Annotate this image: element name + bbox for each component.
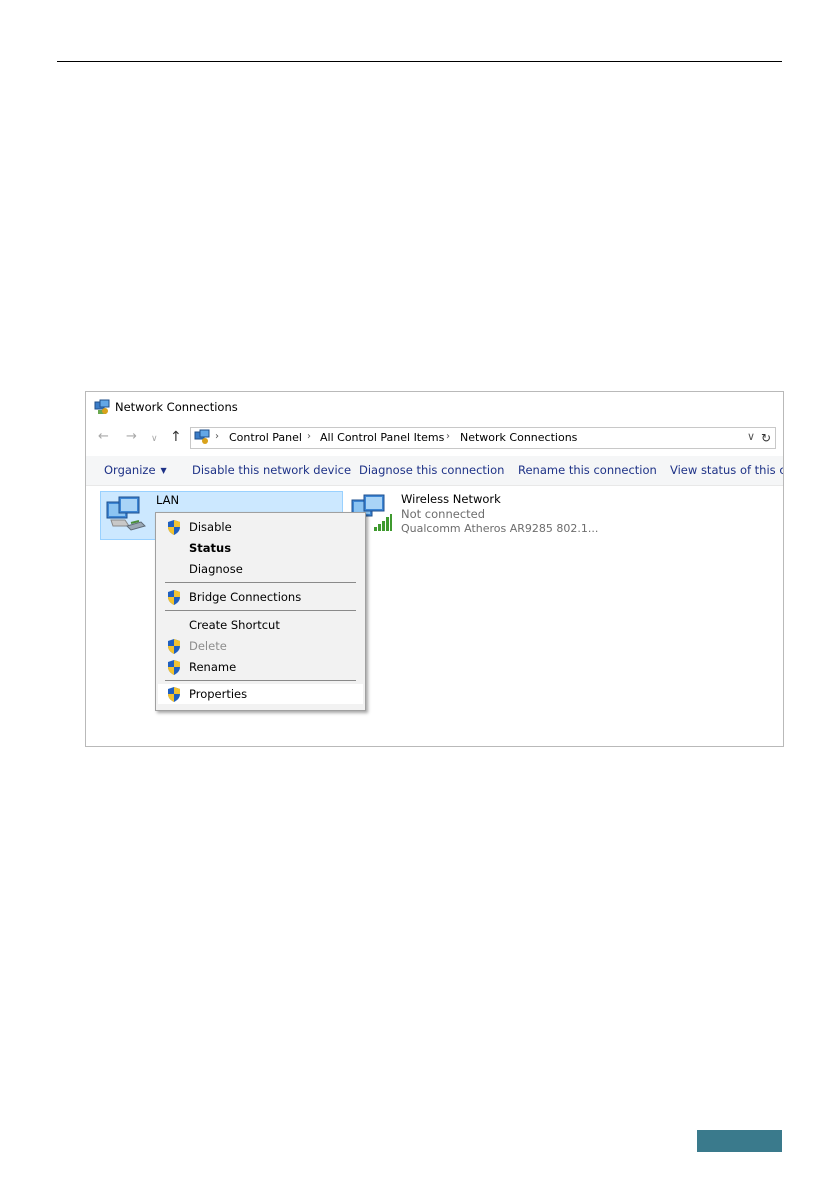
disable-device-button[interactable]: Disable this network device — [192, 463, 351, 477]
forward-arrow-icon[interactable]: → — [126, 429, 137, 445]
uac-shield-icon — [168, 520, 180, 535]
address-bar[interactable]: › Control Panel › All Control Panel Item… — [190, 427, 759, 449]
menu-item-label: Delete — [189, 639, 227, 653]
menu-item-status[interactable]: Status — [158, 538, 363, 558]
refresh-icon[interactable]: ↻ — [757, 427, 776, 449]
uac-shield-icon — [168, 590, 180, 605]
menu-separator — [165, 582, 356, 583]
title-bar: Network Connections — [86, 392, 783, 422]
menu-item-label: Diagnose — [189, 562, 243, 576]
menu-item-diagnose[interactable]: Diagnose — [158, 559, 363, 579]
connection-device: Qualcomm Atheros AR9285 802.1... — [401, 522, 599, 535]
network-connections-icon — [94, 399, 110, 414]
menu-separator — [165, 610, 356, 611]
menu-item-label: Create Shortcut — [189, 618, 280, 632]
breadcrumb-separator-icon: › — [215, 431, 219, 442]
menu-item-label: Status — [189, 541, 232, 555]
window-title: Network Connections — [115, 400, 238, 414]
address-row: ← → ∨ ↑ › Control Panel › All Control Pa… — [86, 426, 783, 450]
context-menu: Disable Status Diagnose Bridge Connectio… — [155, 512, 366, 711]
menu-item-label: Properties — [189, 687, 248, 701]
menu-item-rename[interactable]: Rename — [158, 657, 363, 677]
wired-network-adapter-icon — [106, 496, 146, 531]
menu-item-properties[interactable]: Properties — [158, 684, 363, 704]
recent-locations-chevron-icon[interactable]: ∨ — [151, 431, 158, 447]
uac-shield-icon — [168, 639, 180, 654]
breadcrumb-separator-icon: › — [307, 431, 311, 442]
menu-item-bridge-connections[interactable]: Bridge Connections — [158, 587, 363, 607]
address-dropdown-icon[interactable]: ∨ — [747, 430, 755, 443]
breadcrumb-separator-icon: › — [446, 431, 450, 442]
dropdown-caret-icon: ▼ — [160, 466, 167, 475]
organize-button[interactable]: Organize ▼ — [104, 463, 167, 477]
organize-label: Organize — [104, 463, 156, 477]
breadcrumb-network-connections[interactable]: Network Connections — [460, 431, 577, 444]
page-footer-bar — [697, 1130, 782, 1152]
connection-status: Not connected — [401, 507, 486, 521]
menu-item-label: Bridge Connections — [189, 590, 302, 604]
menu-item-disable[interactable]: Disable — [158, 517, 363, 537]
menu-separator — [165, 680, 356, 681]
command-bar: Organize ▼ Disable this network device Di… — [86, 456, 783, 486]
menu-item-delete[interactable]: Delete — [158, 636, 363, 656]
uac-shield-icon — [168, 660, 180, 675]
breadcrumb-control-panel[interactable]: Control Panel — [229, 431, 302, 444]
back-arrow-icon[interactable]: ← — [98, 429, 109, 445]
network-connections-icon — [194, 429, 210, 444]
connection-name: Wireless Network — [401, 492, 501, 506]
connection-name: LAN — [156, 493, 180, 507]
up-arrow-icon[interactable]: ↑ — [170, 429, 182, 445]
diagnose-connection-button[interactable]: Diagnose this connection — [359, 463, 504, 477]
view-status-button[interactable]: View status of this co — [670, 463, 783, 477]
menu-item-create-shortcut[interactable]: Create Shortcut — [158, 615, 363, 635]
uac-shield-icon — [168, 687, 180, 702]
breadcrumb-all-items[interactable]: All Control Panel Items — [320, 431, 444, 444]
page-header-rule — [57, 61, 782, 62]
menu-item-label: Disable — [189, 520, 232, 534]
menu-item-label: Rename — [189, 660, 237, 674]
connection-item-wireless[interactable]: Wireless Network Not connected Qualcomm … — [348, 491, 608, 538]
rename-connection-button[interactable]: Rename this connection — [518, 463, 657, 477]
